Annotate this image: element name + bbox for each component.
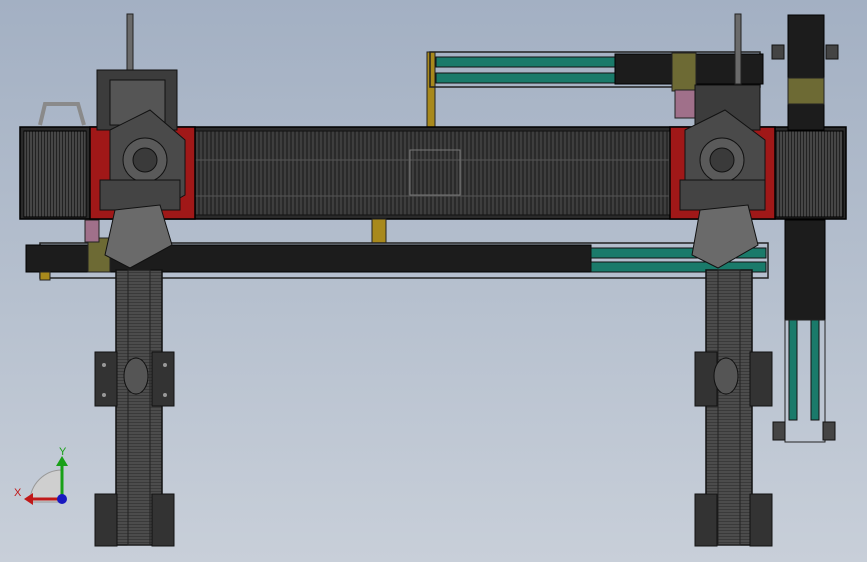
origin-icon [57,494,67,504]
cad-viewport[interactable]: Y X [0,0,867,562]
x-axis-label: X [14,487,22,499]
y-axis-label: Y [59,446,67,458]
right-feed-column [771,14,839,443]
x-axis-arrow-icon [24,493,33,505]
axis-triad: Y X [14,446,68,505]
